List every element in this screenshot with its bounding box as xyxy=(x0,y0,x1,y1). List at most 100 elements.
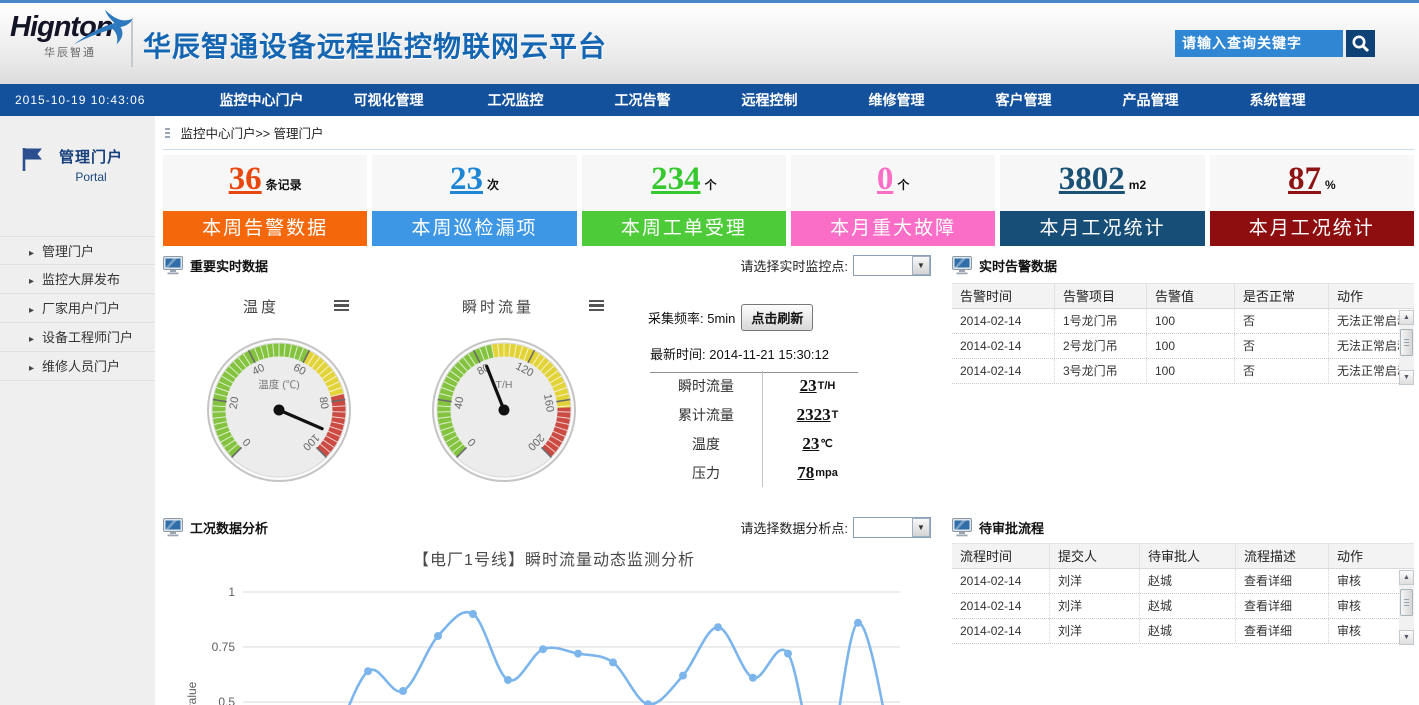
search-input[interactable]: 请输入查询关键字 xyxy=(1175,30,1343,57)
monitor-point-select[interactable] xyxy=(853,255,931,276)
reading-value: 78 xyxy=(797,463,814,483)
table-cell[interactable]: 审核 xyxy=(1329,569,1399,593)
table-cell: 赵城 xyxy=(1140,619,1236,643)
sidebar-item-管理门户[interactable]: ▸管理门户 xyxy=(0,236,155,265)
chart-menu-icon[interactable] xyxy=(589,300,604,314)
chart-title: 【电厂1号线】瞬时流量动态监测分析 xyxy=(163,546,945,570)
scroll-up-icon[interactable] xyxy=(1399,570,1414,585)
chevron-down-icon[interactable] xyxy=(912,256,930,275)
search-button[interactable] xyxy=(1346,30,1375,57)
refresh-button[interactable]: 点击刷新 xyxy=(741,304,813,331)
stat-card-label[interactable]: 本周告警数据 xyxy=(163,211,367,246)
sidebar-item-厂家用户门户[interactable]: ▸厂家用户门户 xyxy=(0,294,155,323)
reading-label: 瞬时流量 xyxy=(650,376,762,396)
svg-text:T/H: T/H xyxy=(496,379,513,391)
stat-card-value[interactable]: 3802 xyxy=(1059,161,1125,197)
reading-value-cell: 23℃ xyxy=(762,429,872,458)
approval-panel-header: 待审批流程 xyxy=(952,514,1414,540)
stat-card-label[interactable]: 本月重大故障 xyxy=(791,211,995,246)
sidebar-item-维修人员门户[interactable]: ▸维修人员门户 xyxy=(0,352,155,381)
reading-value: 2323 xyxy=(797,405,831,425)
analysis-panel-title: 工况数据分析 xyxy=(190,518,268,537)
realtime-panel-title: 重要实时数据 xyxy=(190,256,268,275)
column-header: 待审批人 xyxy=(1140,544,1236,568)
approval-table: 流程时间提交人待审批人流程描述动作2014-02-14刘洋赵城查看详细审核201… xyxy=(952,543,1414,644)
stat-card-value-area: 0个 xyxy=(791,155,995,211)
sidebar-item-监控大屏发布[interactable]: ▸监控大屏发布 xyxy=(0,265,155,294)
nav-item-系统管理[interactable]: 系统管理 xyxy=(1214,90,1341,110)
table-header-row: 流程时间提交人待审批人流程描述动作 xyxy=(952,543,1414,569)
scroll-down-icon[interactable] xyxy=(1399,630,1414,645)
table-cell: 无法正常启动 xyxy=(1329,359,1399,383)
nav-item-客户管理[interactable]: 客户管理 xyxy=(960,90,1087,110)
nav-item-监控中心门户[interactable]: 监控中心门户 xyxy=(198,90,325,110)
nav-item-工况监控[interactable]: 工况监控 xyxy=(452,90,579,110)
column-header: 动作 xyxy=(1329,544,1414,568)
reading-value-cell: 23T/H xyxy=(762,371,872,400)
search-icon xyxy=(1351,34,1370,53)
portal-subtitle: Portal xyxy=(59,170,123,184)
stat-card-unit: % xyxy=(1325,178,1336,192)
stat-card: 3802m2本月工况统计 xyxy=(1000,155,1204,246)
stat-card-value[interactable]: 234 xyxy=(651,161,701,197)
arrow-right-icon: ▸ xyxy=(29,305,34,316)
nav-item-可视化管理[interactable]: 可视化管理 xyxy=(325,90,452,110)
stat-card-value[interactable]: 0 xyxy=(877,161,894,197)
table-cell[interactable]: 查看详细 xyxy=(1236,569,1329,593)
stat-card-value-area: 234个 xyxy=(582,155,786,211)
title-divider xyxy=(131,21,133,67)
table-cell: 2014-02-14 xyxy=(952,594,1050,618)
column-header: 流程时间 xyxy=(952,544,1050,568)
stat-card-label[interactable]: 本周工单受理 xyxy=(582,211,786,246)
table-cell: 2014-02-14 xyxy=(952,359,1055,383)
stat-card-label[interactable]: 本月工况统计 xyxy=(1210,211,1414,246)
reading-unit: ℃ xyxy=(820,437,832,450)
table-row: 2014-02-14刘洋赵城查看详细审核 xyxy=(952,569,1399,594)
table-cell[interactable]: 审核 xyxy=(1329,619,1399,643)
latest-time: 最新时间: 2014-11-21 15:30:12 xyxy=(650,344,858,373)
nav-item-维修管理[interactable]: 维修管理 xyxy=(833,90,960,110)
table-cell: 赵城 xyxy=(1140,569,1236,593)
chevron-down-icon[interactable] xyxy=(912,518,930,537)
sidebar-item-设备工程师门户[interactable]: ▸设备工程师门户 xyxy=(0,323,155,352)
nav-item-远程控制[interactable]: 远程控制 xyxy=(706,90,833,110)
stat-card-unit: 条记录 xyxy=(266,178,302,192)
column-header: 是否正常 xyxy=(1235,284,1329,308)
sidebar: 管理门户 Portal ▸管理门户▸监控大屏发布▸厂家用户门户▸设备工程师门户▸… xyxy=(0,116,155,705)
stat-card-label[interactable]: 本月工况统计 xyxy=(1000,211,1204,246)
scroll-down-icon[interactable] xyxy=(1399,370,1414,385)
nav-item-工况告警[interactable]: 工况告警 xyxy=(579,90,706,110)
scroll-up-icon[interactable] xyxy=(1399,310,1414,325)
analysis-point-select[interactable] xyxy=(853,517,931,538)
chart-menu-icon[interactable] xyxy=(334,300,349,314)
stat-card-value[interactable]: 36 xyxy=(229,161,262,197)
table-cell[interactable]: 查看详细 xyxy=(1236,594,1329,618)
stat-card-value[interactable]: 23 xyxy=(450,161,483,197)
table-cell[interactable]: 查看详细 xyxy=(1236,619,1329,643)
table-cell: 刘洋 xyxy=(1050,594,1140,618)
table-cell: 100 xyxy=(1147,309,1235,333)
nav-timestamp: 2015-10-19 10:43:06 xyxy=(15,93,180,107)
scrollbar-thumb[interactable] xyxy=(1400,589,1413,616)
monitor-icon xyxy=(952,256,972,275)
table-cell: 无法正常启动 xyxy=(1329,309,1399,333)
stat-card: 36 条记录本周告警数据 xyxy=(163,155,367,246)
logo: Hignton 华辰智通 xyxy=(10,11,130,60)
stat-card-label[interactable]: 本周巡检漏项 xyxy=(372,211,576,246)
stat-card-value[interactable]: 87 xyxy=(1288,161,1321,197)
scrollbar-thumb[interactable] xyxy=(1400,329,1413,356)
alarm-table-scrollbar[interactable] xyxy=(1399,310,1414,385)
alarm-panel-header: 实时告警数据 xyxy=(952,252,1414,278)
table-cell[interactable]: 审核 xyxy=(1329,594,1399,618)
table-cell: 2号龙门吊 xyxy=(1055,334,1147,358)
monitor-icon xyxy=(163,518,183,537)
reading-row: 压力78mpa xyxy=(650,458,872,487)
monitor-point-select-label: 请选择实时监控点: xyxy=(740,256,848,275)
stat-cards-row: 36条记录本周告警数据23次本周巡检漏项234个本周工单受理0个本月重大故障38… xyxy=(163,155,1414,246)
nav-item-产品管理[interactable]: 产品管理 xyxy=(1087,90,1214,110)
approval-table-scrollbar[interactable] xyxy=(1399,570,1414,645)
flow-line-chart: 10.750.5value xyxy=(163,572,920,705)
table-header-row: 告警时间告警项目告警值是否正常动作 xyxy=(952,283,1414,309)
svg-text:value: value xyxy=(185,681,199,705)
search-box: 请输入查询关键字 xyxy=(1175,30,1375,57)
